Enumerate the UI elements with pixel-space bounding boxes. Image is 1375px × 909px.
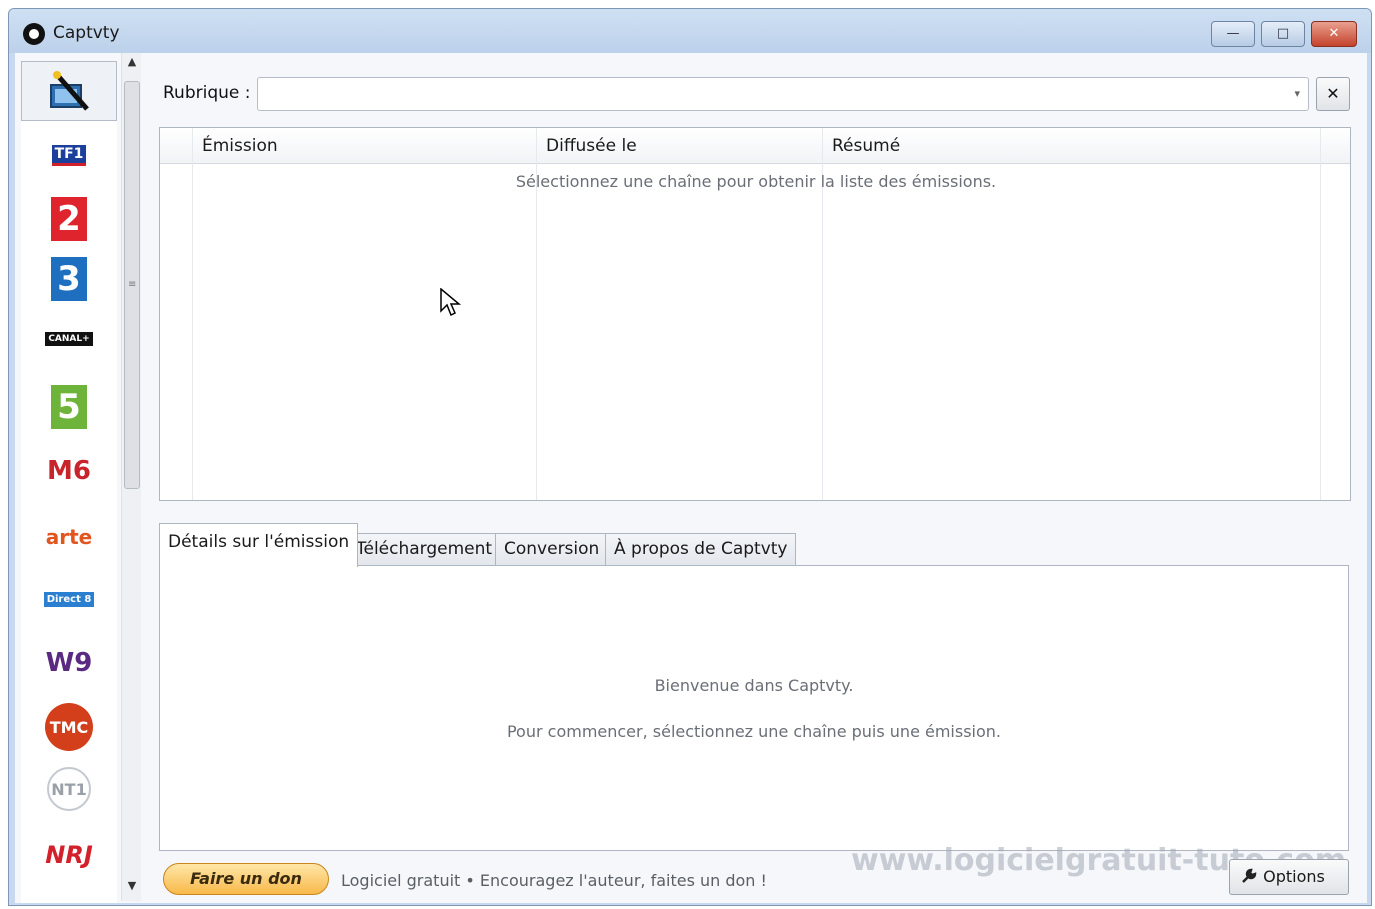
channel-item-france5[interactable]: 5 [21, 377, 117, 437]
france3-logo: 3 [51, 257, 87, 301]
column-header-resume[interactable]: Résumé [832, 136, 900, 156]
direct8-logo: Direct 8 [43, 591, 95, 607]
scroll-up-icon[interactable]: ▲ [122, 55, 142, 73]
france2-logo: 2 [51, 197, 87, 241]
france5-logo: 5 [51, 385, 87, 429]
w9-logo: W9 [45, 648, 93, 678]
channel-item-tmc[interactable]: TMC [21, 697, 117, 757]
nrj12-logo: NRJ [45, 841, 93, 869]
channel-item-france3[interactable]: 3 [21, 249, 117, 309]
nt1-logo: NT1 [47, 767, 91, 811]
table-header: Émission Diffusée le Résumé [160, 128, 1350, 164]
channel-scrollbar[interactable]: ▲ ≡ ▼ [121, 53, 141, 901]
options-button[interactable]: Options [1229, 859, 1349, 895]
channel-item-m6[interactable]: M6 [21, 441, 117, 501]
channel-item-nrj12[interactable]: NRJ [21, 825, 117, 885]
grip-icon: ≡ [128, 279, 137, 290]
tab-conversion[interactable]: Conversion [495, 533, 609, 565]
title-bar[interactable]: Captvty — □ ✕ [9, 9, 1371, 53]
window-title: Captvty [53, 23, 120, 43]
channel-item-tf1[interactable]: TF1 [21, 125, 117, 185]
mouse-cursor-icon [440, 288, 462, 317]
welcome-text: Bienvenue dans Captvty. [654, 676, 854, 695]
canalplus-logo: CANAL+ [45, 332, 93, 346]
channel-item-w9[interactable]: W9 [21, 633, 117, 693]
channel-item-nt1[interactable]: NT1 [21, 759, 117, 819]
options-label: Options [1263, 867, 1325, 886]
client-area: TF1 2 3 CANAL+ 5 M6 arte Direct 8 W9 TMC… [15, 53, 1367, 903]
wrench-icon [1242, 868, 1257, 883]
app-window: Captvty — □ ✕ TF1 2 3 CANAL+ 5 M6 arte D… [8, 8, 1372, 906]
clear-rubrique-button[interactable]: ✕ [1316, 77, 1350, 111]
app-icon [23, 23, 45, 45]
m6-logo: M6 [47, 456, 91, 486]
channel-list: TF1 2 3 CANAL+ 5 M6 arte Direct 8 W9 TMC… [21, 61, 117, 903]
rubrique-select[interactable]: ▾ [257, 77, 1309, 111]
channel-item-selector[interactable] [21, 61, 117, 121]
channel-item-france2[interactable]: 2 [21, 189, 117, 249]
channel-item-canalplus[interactable]: CANAL+ [21, 309, 117, 369]
scroll-down-icon[interactable]: ▼ [122, 879, 142, 897]
donate-button[interactable]: Faire un don [163, 863, 329, 895]
details-panel: Bienvenue dans Captvty. Pour commencer, … [159, 565, 1349, 851]
rubrique-label: Rubrique : [163, 83, 251, 103]
column-header-diffusee[interactable]: Diffusée le [546, 136, 637, 156]
chevron-down-icon[interactable]: ▾ [1294, 87, 1300, 100]
column-header-emission[interactable]: Émission [202, 136, 278, 156]
maximize-button[interactable]: □ [1261, 21, 1305, 47]
tab-a-propos[interactable]: À propos de Captvty [605, 533, 797, 565]
empty-table-message: Sélectionnez une chaîne pour obtenir la … [515, 172, 997, 191]
tf1-logo: TF1 [51, 144, 87, 166]
close-button[interactable]: ✕ [1311, 21, 1357, 47]
magic-wand-icon [50, 71, 89, 111]
tab-details[interactable]: Détails sur l'émission [159, 523, 359, 567]
channel-item-direct8[interactable]: Direct 8 [21, 569, 117, 629]
tmc-logo: TMC [45, 703, 93, 751]
instructions-text: Pour commencer, sélectionnez une chaîne … [506, 722, 1002, 741]
arte-logo: arte [45, 525, 93, 549]
tab-telechargement[interactable]: Téléchargement [347, 533, 502, 565]
channel-item-arte[interactable]: arte [21, 507, 117, 567]
emission-table[interactable]: Émission Diffusée le Résumé Sélectionnez… [159, 127, 1351, 501]
footer-tagline: Logiciel gratuit • Encouragez l'auteur, … [341, 871, 767, 890]
minimize-button[interactable]: — [1211, 21, 1255, 47]
